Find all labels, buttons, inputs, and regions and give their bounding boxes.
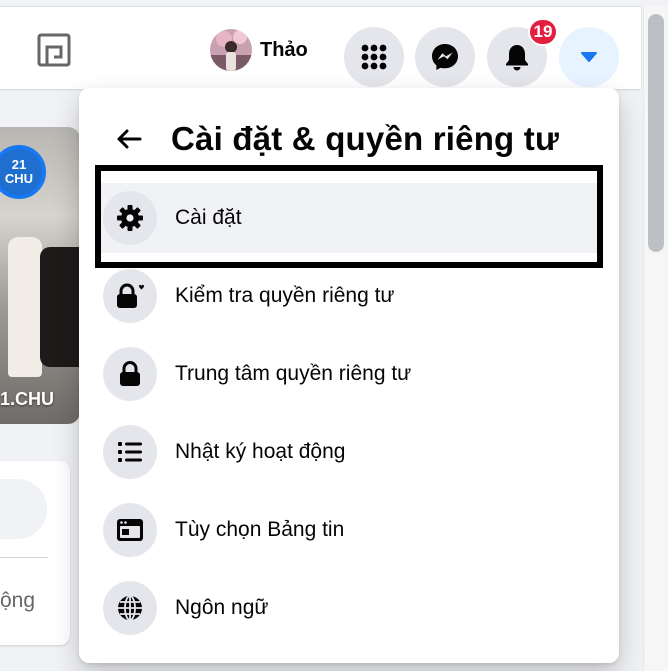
dropdown-title: Cài đặt & quyền riêng tư xyxy=(171,120,560,157)
news-feed-icon xyxy=(103,503,157,557)
story-image-jacket xyxy=(40,247,80,367)
story-label: 1.CHU xyxy=(0,389,55,409)
arrow-left-icon xyxy=(117,129,142,149)
menu-button[interactable] xyxy=(344,27,404,87)
messenger-button[interactable] xyxy=(415,27,475,87)
gear-icon xyxy=(103,191,157,245)
menu-item-label: Nhật ký hoạt động xyxy=(175,440,346,463)
notification-badge: 19 xyxy=(528,18,558,46)
account-button[interactable] xyxy=(559,27,619,87)
menu-item-privacy-center[interactable]: Trung tâm quyền riêng tư xyxy=(95,339,603,409)
menu-item-language[interactable]: Ngôn ngữ xyxy=(95,573,603,643)
list-icon xyxy=(103,425,157,479)
menu-item-label: Ngôn ngữ xyxy=(175,596,269,619)
profile-button[interactable]: Thảo xyxy=(204,28,320,72)
menu-item-label: Tùy chọn Bảng tin xyxy=(175,518,345,541)
avatar xyxy=(210,29,252,71)
caret-down-icon xyxy=(581,52,597,62)
profile-name: Thảo xyxy=(260,38,308,61)
settings-privacy-dropdown: Cài đặt & quyền riêng tư Cài đặt Kiểm tr… xyxy=(79,88,619,663)
gaming-icon[interactable] xyxy=(37,33,71,67)
card-divider xyxy=(0,557,48,558)
bell-icon xyxy=(506,45,528,71)
dropdown-header: Cài đặt & quyền riêng tư xyxy=(79,104,619,174)
globe-icon xyxy=(103,581,157,635)
page-scrollbar[interactable] xyxy=(643,6,668,671)
top-navigation-bar: Thảo 19 xyxy=(0,6,641,89)
story-avatar: 21 CHU xyxy=(0,145,46,199)
menu-item-news-feed-preferences[interactable]: Tùy chọn Bảng tin xyxy=(95,495,603,565)
lock-icon xyxy=(103,347,157,401)
story-image-dress xyxy=(8,237,42,377)
menu-item-label: Kiểm tra quyền riêng tư xyxy=(175,284,395,307)
menu-item-activity-log[interactable]: Nhật ký hoạt động xyxy=(95,417,603,487)
scrollbar-thumb[interactable] xyxy=(648,14,664,252)
card-action-text[interactable]: ộng xyxy=(0,589,35,613)
menu-item-privacy-checkup[interactable]: Kiểm tra quyền riêng tư xyxy=(95,261,603,331)
menu-item-label: Trung tâm quyền riêng tư xyxy=(175,362,412,385)
story-card[interactable]: 21 CHU 1.CHU xyxy=(0,127,80,424)
create-post-input[interactable] xyxy=(0,479,47,539)
menu-item-settings[interactable]: Cài đặt xyxy=(95,183,603,253)
grid-menu-icon xyxy=(361,44,387,70)
create-post-card: ộng xyxy=(0,461,70,645)
back-button[interactable] xyxy=(107,117,151,161)
story-avatar-text: 21 CHU xyxy=(4,157,34,186)
menu-item-label: Cài đặt xyxy=(175,206,242,229)
messenger-icon xyxy=(432,44,458,70)
lock-heart-icon xyxy=(103,269,157,323)
